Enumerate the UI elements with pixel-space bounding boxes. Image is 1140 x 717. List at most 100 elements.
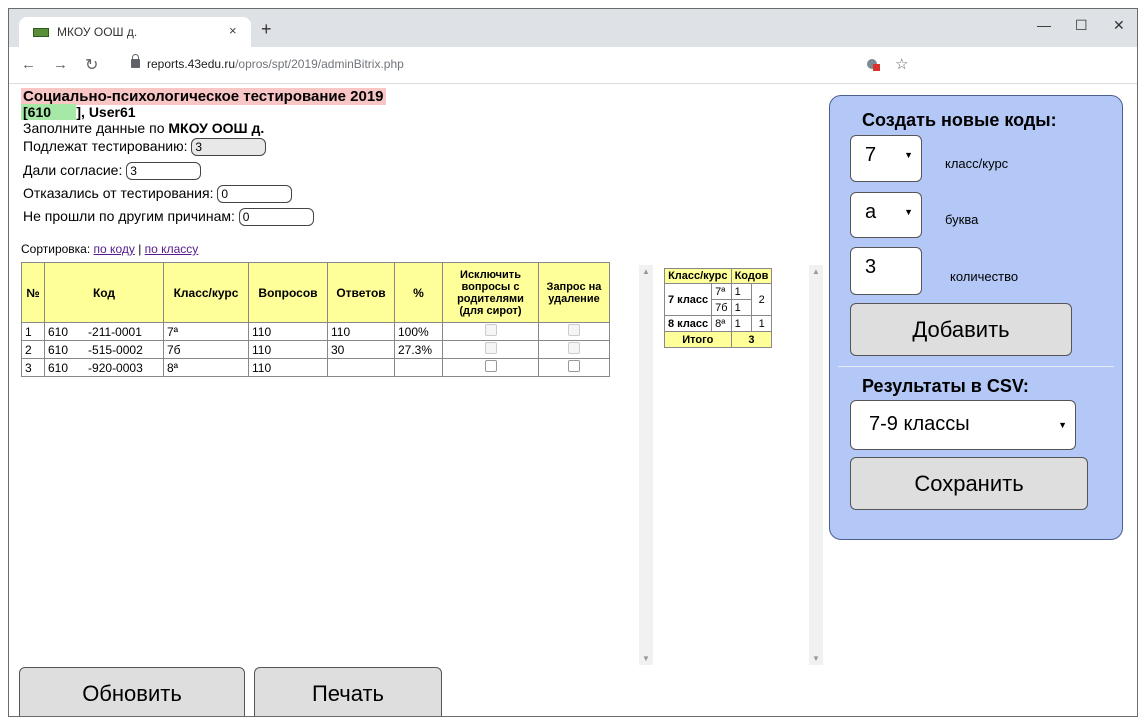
other-input[interactable] <box>238 208 314 227</box>
row-code: 610 -920-0003 <box>44 358 164 377</box>
row-number: 1 <box>21 322 45 341</box>
add-button[interactable]: Добавить <box>850 303 1072 356</box>
exclude-checkbox-cell <box>442 358 539 377</box>
dropdown-arrow-icon: ▼ <box>1058 420 1067 430</box>
grade-value: 7 <box>865 144 877 166</box>
table-row: 3 610 -920-0003 8ª 110 <box>21 358 610 377</box>
back-arrow-icon[interactable]: ← <box>21 56 36 73</box>
refused-label: Отказались от тестирования: <box>23 185 214 201</box>
reload-icon[interactable]: ↻ <box>85 55 98 75</box>
consent-label: Дали согласие: <box>23 162 123 178</box>
tab-title: МКОУ ООШ д. <box>57 25 138 39</box>
scroll-up-icon[interactable]: ▲ <box>812 267 820 276</box>
summary-count: 1 <box>730 299 752 316</box>
row-answers: 30 <box>327 340 395 359</box>
summary-grade-8: 8 класс <box>663 315 713 332</box>
exclude-checkbox[interactable] <box>484 342 497 354</box>
summary-class: 8ª <box>711 315 732 332</box>
exclude-checkbox[interactable] <box>484 324 497 336</box>
table-row: 1 610 -211-0001 7ª 110 110 100% <box>21 322 610 341</box>
exclude-checkbox-cell <box>442 322 539 341</box>
summary-total-value: 3 <box>730 331 773 348</box>
count-input[interactable]: 3 <box>850 247 922 295</box>
sort-by-code-link[interactable]: по коду <box>94 242 135 256</box>
sort-bar: Сортировка: по коду | по классу <box>21 242 198 256</box>
forward-arrow-icon[interactable]: → <box>53 56 68 73</box>
other-label: Не прошли по другим причинам: <box>23 208 235 224</box>
grade-select[interactable]: 7 ▼ <box>850 135 922 182</box>
delete-request-checkbox[interactable] <box>568 324 580 336</box>
maximize-button[interactable]: ☐ <box>1075 17 1088 34</box>
minimize-button[interactable]: — <box>1037 17 1051 33</box>
count-value: 3 <box>865 256 877 278</box>
address-bar[interactable]: reports.43edu.ru/opros/spt/2019/adminBit… <box>147 57 404 71</box>
subject-label: Подлежат тестированию: <box>23 138 188 154</box>
summary-scrollbar[interactable]: ▲ ▼ <box>809 265 823 665</box>
consent-row: Дали согласие: <box>23 162 202 181</box>
dropdown-arrow-icon: ▼ <box>904 207 913 217</box>
close-tab-icon[interactable]: × <box>229 23 237 38</box>
col-header-num: № <box>21 262 45 323</box>
row-percent <box>394 358 443 377</box>
bookmark-star-icon[interactable]: ☆ <box>895 55 908 73</box>
row-class: 7б <box>163 340 249 359</box>
delete-request-checkbox[interactable] <box>568 360 580 372</box>
col-header-percent: % <box>394 262 443 323</box>
scroll-down-icon[interactable]: ▼ <box>812 654 820 663</box>
exclude-checkbox[interactable] <box>484 360 497 372</box>
refresh-button[interactable]: Обновить <box>19 667 245 716</box>
col-header-class: Класс/курс <box>163 262 249 323</box>
print-button[interactable]: Печать <box>254 667 442 716</box>
refused-input[interactable] <box>217 185 293 204</box>
summary-class: 7ª <box>711 283 732 300</box>
letter-select[interactable]: а ▼ <box>850 192 922 238</box>
summary-table: Класс/курс Кодов 7 класс 7ª 1 2 7б 1 8 к… <box>663 268 773 348</box>
sort-by-class-link[interactable]: по классу <box>145 242 199 256</box>
summary-row: 7 класс 7ª 1 2 <box>663 283 773 316</box>
extension-icon[interactable] <box>866 58 880 71</box>
row-class: 8ª <box>163 358 249 377</box>
page-content: Социально-психологическое тестирование 2… <box>9 84 1137 716</box>
row-questions: 110 <box>248 358 328 377</box>
row-questions: 110 <box>248 340 328 359</box>
count-label: количество <box>950 269 1019 284</box>
row-answers <box>327 358 395 377</box>
refused-row: Отказались от тестирования: <box>23 185 293 204</box>
row-percent: 100% <box>394 322 443 341</box>
table-header-row: № Код Класс/курс Вопросов Ответов % Искл… <box>21 262 610 323</box>
col-header-questions: Вопросов <box>248 262 328 323</box>
close-window-button[interactable]: ✕ <box>1113 17 1125 34</box>
row-code: 610 -211-0001 <box>44 322 164 341</box>
browser-window: МКОУ ООШ д. × + — ☐ ✕ ← → ↻ reports.43ed… <box>8 8 1138 717</box>
user-name: ], User61 <box>76 104 136 120</box>
delete-request-checkbox[interactable] <box>568 342 580 354</box>
summary-header-class: Класс/курс <box>664 268 732 284</box>
browser-tab[interactable]: МКОУ ООШ д. × <box>19 17 251 47</box>
grade-label: класс/курс <box>945 156 1009 171</box>
table-row: 2 610 -515-0002 7б 110 30 27.3% <box>21 340 610 359</box>
sort-label: Сортировка: <box>21 242 91 256</box>
delete-checkbox-cell <box>538 340 610 359</box>
csv-range-select[interactable]: 7-9 классы ▼ <box>850 400 1076 450</box>
row-code: 610 -515-0002 <box>44 340 164 359</box>
fill-instruction: Заполните данные по МКОУ ООШ д. <box>23 120 265 136</box>
save-button[interactable]: Сохранить <box>850 457 1088 510</box>
col-header-code: Код <box>44 262 164 323</box>
consent-input[interactable] <box>126 162 202 181</box>
col-header-delete: Запрос на удаление <box>538 262 610 323</box>
scroll-down-icon[interactable]: ▼ <box>642 654 650 663</box>
favicon-icon <box>33 28 49 37</box>
scroll-up-icon[interactable]: ▲ <box>642 267 650 276</box>
subject-input[interactable] <box>191 138 267 157</box>
summary-total-label: Итого <box>664 331 732 348</box>
url-domain: reports.43edu.ru <box>147 57 236 71</box>
new-tab-button[interactable]: + <box>261 20 272 38</box>
sort-separator: | <box>138 242 142 256</box>
url-path: /opros/spt/2019/adminBitrix.php <box>235 57 404 71</box>
table-scrollbar[interactable]: ▲ ▼ <box>639 265 653 665</box>
csv-title: Результаты в CSV: <box>862 376 1029 396</box>
page-title: Социально-психологическое тестирование 2… <box>21 88 386 105</box>
summary-count: 1 <box>730 283 752 300</box>
row-answers: 110 <box>327 322 395 341</box>
letter-value: а <box>865 201 877 223</box>
